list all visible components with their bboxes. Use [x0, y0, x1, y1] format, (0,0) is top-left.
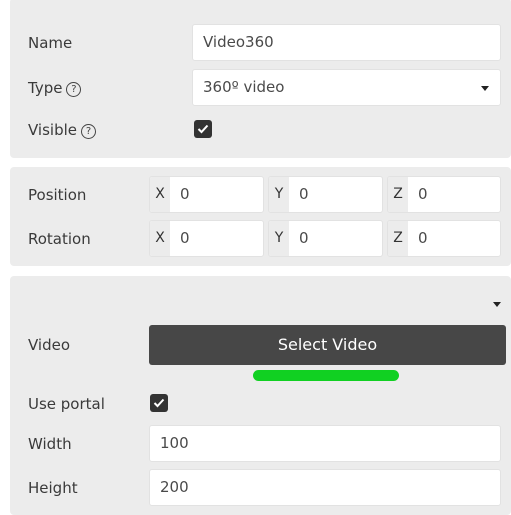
- height-input[interactable]: 200: [149, 469, 501, 506]
- axis-x-label: X: [150, 221, 170, 256]
- transform-section: Position X 0 Y 0 Z 0 Rotation X 0 Y 0 Z …: [10, 167, 511, 266]
- help-circle-icon[interactable]: ?: [81, 124, 96, 139]
- help-circle-icon[interactable]: ?: [66, 82, 82, 97]
- general-section: Name Video360 Type? 360º video Visible?: [10, 0, 511, 158]
- use-portal-checkbox[interactable]: [150, 394, 168, 412]
- axis-z-label: Z: [388, 221, 408, 256]
- rotation-x-value: 0: [180, 229, 190, 247]
- name-input[interactable]: Video360: [192, 24, 501, 61]
- type-select-value: 360º video: [203, 78, 285, 96]
- name-label: Name: [28, 34, 73, 52]
- type-select[interactable]: 360º video: [192, 69, 501, 106]
- position-x-value: 0: [180, 185, 190, 203]
- type-label: Type?: [28, 79, 82, 97]
- select-video-button[interactable]: Select Video: [149, 325, 506, 365]
- position-label: Position: [28, 186, 87, 204]
- rotation-z-field[interactable]: Z 0: [387, 220, 501, 257]
- axis-x-label: X: [150, 177, 170, 212]
- width-label: Width: [28, 435, 72, 453]
- video-label: Video: [28, 336, 71, 354]
- upload-progress-bar: [253, 370, 399, 381]
- caret-down-icon: [481, 86, 489, 91]
- position-y-field[interactable]: Y 0: [268, 176, 383, 213]
- axis-y-label: Y: [269, 221, 289, 256]
- rotation-z-value: 0: [418, 229, 428, 247]
- position-z-field[interactable]: Z 0: [387, 176, 501, 213]
- position-y-value: 0: [299, 185, 309, 203]
- position-x-field[interactable]: X 0: [149, 176, 264, 213]
- checkmark-icon: [197, 124, 209, 134]
- rotation-label: Rotation: [28, 230, 91, 248]
- visible-label: Visible?: [28, 121, 96, 139]
- width-input[interactable]: 100: [149, 425, 501, 462]
- axis-z-label: Z: [388, 177, 408, 212]
- caret-down-icon[interactable]: [493, 302, 501, 307]
- use-portal-label: Use portal: [28, 395, 105, 413]
- rotation-y-value: 0: [299, 229, 309, 247]
- visible-checkbox[interactable]: [194, 120, 212, 138]
- position-z-value: 0: [418, 185, 428, 203]
- video-section: Video Use portal Width 100 Height 200: [10, 276, 511, 515]
- rotation-x-field[interactable]: X 0: [149, 220, 264, 257]
- checkmark-icon: [153, 398, 165, 408]
- rotation-y-field[interactable]: Y 0: [268, 220, 383, 257]
- axis-y-label: Y: [269, 177, 289, 212]
- height-label: Height: [28, 479, 78, 497]
